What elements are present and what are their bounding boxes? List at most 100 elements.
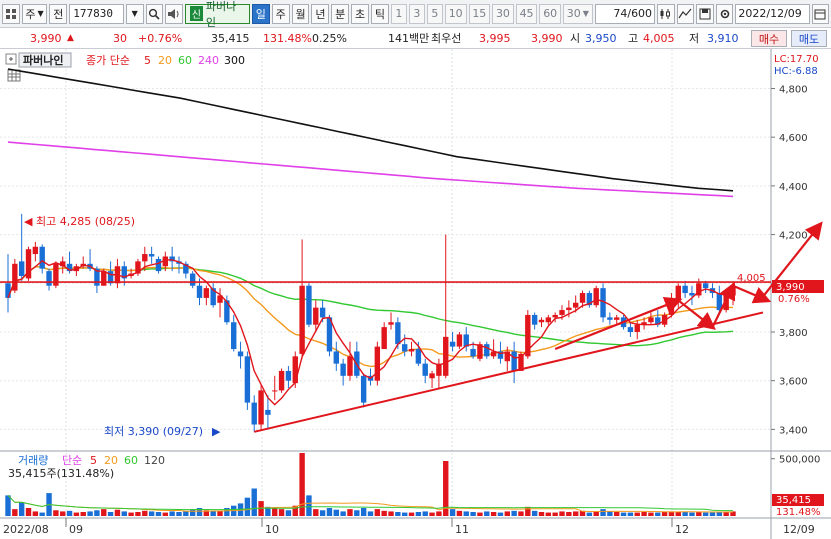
candle-body [538,319,545,323]
candle-body [449,341,456,347]
interval-45-button[interactable]: 45 [515,3,538,24]
candle-body [388,322,394,325]
stock-name: 파버나인 [205,0,237,29]
volume-bar [176,511,182,516]
volume-bar [210,511,216,516]
candle-body [395,322,401,345]
best-bid: 3,990 [531,31,563,45]
price-tick-label: 4,600 [779,133,808,144]
interval-custom-select[interactable]: 30 ▼ [563,3,593,24]
candle-body [627,327,634,332]
period-minute-button[interactable]: 분 [331,3,350,24]
volume-bar [614,511,620,516]
calendar-icon[interactable] [811,3,830,24]
grid-menu-icon[interactable] [2,3,20,24]
volume-bar [326,507,333,516]
legend-ma240: 240 [198,54,219,67]
stock-name-box[interactable]: 신 파버나인 [184,0,250,29]
candle-body [456,334,463,347]
candle-body [278,370,285,391]
price-tick-label: 4,200 [779,231,808,242]
interval-3-button[interactable]: 3 [408,3,425,24]
volume-bar [518,511,524,516]
interval-5-button[interactable]: 5 [426,3,443,24]
candle-body [408,349,415,352]
volume-bar [80,511,86,516]
candle-body [319,307,326,318]
stock-chart[interactable]: 파버나인 종가 단순 5 20 60 240 300 LC:17.70 HC:-… [0,49,831,539]
price-tick-label: 3,400 [779,425,808,436]
volume-bar [25,507,32,516]
search-icon[interactable] [145,3,164,24]
interval-30-button[interactable]: 30 [492,3,514,24]
date-input[interactable]: 2022/12/09 [735,3,810,24]
candle-body [401,344,408,352]
interval-custom-value: 30 [566,7,581,20]
interval-1-button[interactable]: 1 [390,3,407,24]
buy-button[interactable]: 매수 [751,30,787,47]
period-second-button[interactable]: 초 [351,3,370,24]
volume-bar [306,495,312,516]
price-tick-label: 4,800 [779,84,808,95]
volume-bar [716,511,723,516]
interval-60-button[interactable]: 60 [539,3,561,24]
volume-bar [620,512,627,516]
period-day-button[interactable]: 일 [251,3,270,24]
volume-bar [128,512,134,516]
candle-body [579,293,586,303]
volume-bar [689,512,695,516]
candle-body [374,346,381,381]
volume-bar [709,512,716,516]
candle-type-icon[interactable] [657,3,675,24]
volume-bar [73,512,80,516]
prev-button[interactable]: 전 [49,3,68,24]
period-week-button[interactable]: 주 [271,3,290,24]
legend-ma60: 60 [178,54,192,67]
volume-bar [545,512,552,516]
volume-bar [148,511,155,516]
volume-bar [429,512,435,516]
interval-10-button[interactable]: 10 [444,3,467,24]
best-quote-label: 최우선 [431,32,462,45]
candle-body [251,402,257,425]
settings-icon[interactable] [715,3,734,24]
candle-body [237,351,244,357]
time-tick-label: 12/09 [783,523,815,536]
volume-bar [593,511,599,516]
price-tick-label: 3,800 [779,328,808,339]
market-type-select[interactable]: 주 ▼ [21,3,48,24]
table-toggle-icon[interactable] [7,69,21,82]
candle-body [531,314,538,325]
volume-bar [135,511,141,516]
open-label: 시 [570,32,581,45]
candle-body [292,356,298,384]
up-triangle-icon: ▲ [67,33,74,43]
line-draw-icon[interactable] [676,3,695,24]
volume-bar [121,511,127,516]
candle-body [484,344,490,357]
candle-body [285,370,292,381]
speaker-icon[interactable] [165,3,183,24]
period-month-button[interactable]: 월 [291,3,310,24]
volume-bar [538,511,545,516]
candle-body [299,285,305,354]
volume-bar [32,511,39,516]
bar-count-input[interactable]: 74/600 [594,3,656,24]
price-tick-label: 3,600 [779,377,808,388]
code-dropdown-icon[interactable]: ▼ [125,3,144,24]
price-change: 30 [113,31,127,45]
sell-button[interactable]: 매도 [791,30,827,47]
save-icon[interactable] [696,3,714,24]
candle-body [689,293,695,296]
stock-code-input[interactable]: 177830 [69,3,124,24]
interval-15-button[interactable]: 15 [468,3,491,24]
volume-bar [470,511,476,516]
candle-body [593,288,599,306]
volume-bar [155,511,162,516]
volume-bar [600,509,606,516]
period-year-button[interactable]: 년 [311,3,330,24]
time-tick-label: 11 [455,523,469,536]
candle-body [46,271,52,286]
period-tick-button[interactable]: 틱 [371,3,389,24]
volume-bar [388,511,394,516]
